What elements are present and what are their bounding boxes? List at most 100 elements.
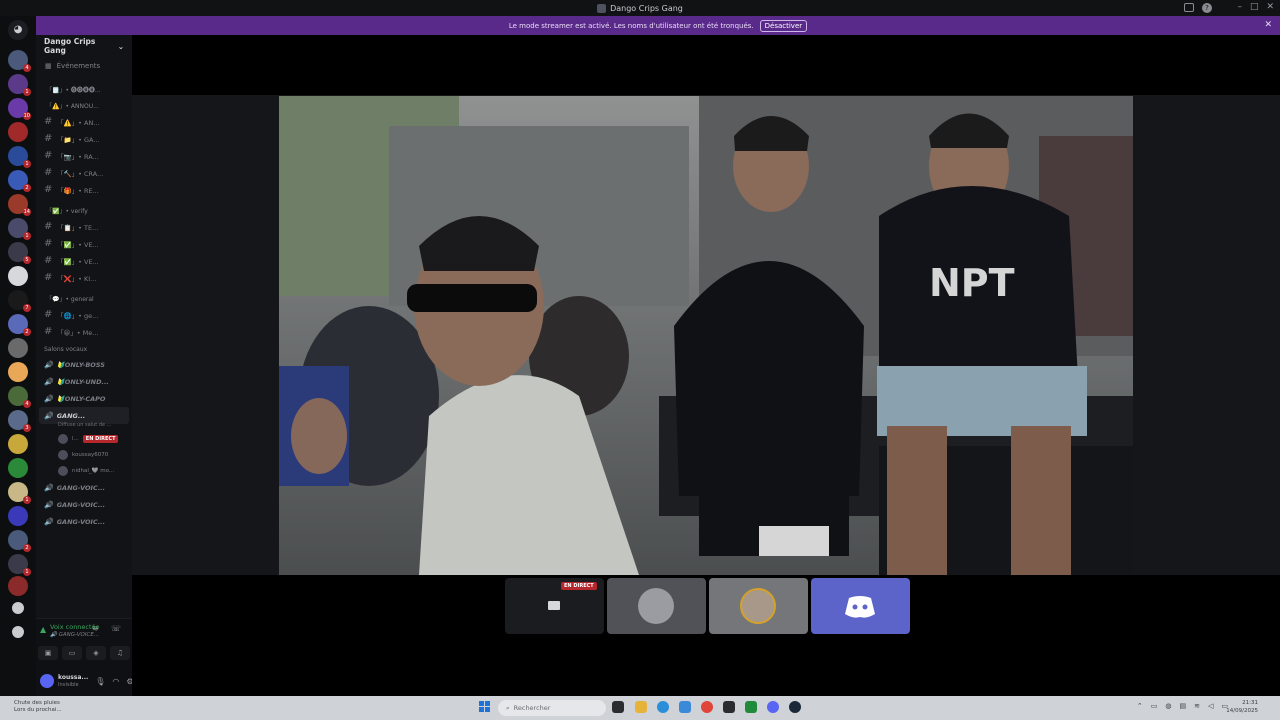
- text-channel[interactable]: # 「🌐」• ge...: [36, 306, 132, 323]
- voice-channel[interactable]: 🔊 🔰ONLY-UND...: [36, 373, 132, 390]
- server-icon[interactable]: 7: [8, 290, 31, 312]
- task-view-icon[interactable]: [612, 701, 624, 713]
- voice-channel[interactable]: 🔊 GANG-VOIC...: [36, 479, 132, 496]
- disconnect-icon[interactable]: ☏: [111, 624, 121, 633]
- server-icon[interactable]: 1: [8, 74, 31, 96]
- server-icon[interactable]: 4: [8, 386, 31, 408]
- server-icon[interactable]: [8, 434, 28, 454]
- server-icon[interactable]: 1: [8, 482, 31, 504]
- server-icon[interactable]: 2: [8, 170, 31, 192]
- minimize-button[interactable]: –: [1237, 2, 1242, 12]
- events-item[interactable]: ▦ Événements: [36, 57, 132, 75]
- user-avatar[interactable]: [40, 674, 54, 688]
- user-info[interactable]: koussa... Invisible: [58, 674, 88, 688]
- weather-widget[interactable]: Chute des pluies Lors du prochai...: [14, 700, 62, 714]
- server-icon[interactable]: 3: [8, 410, 31, 432]
- unread-badge: 3: [23, 424, 31, 432]
- server-icon[interactable]: [8, 338, 28, 358]
- close-banner-icon[interactable]: ✕: [1264, 20, 1272, 30]
- text-channel[interactable]: # 「🎁」• RE...: [36, 181, 132, 198]
- activity-icon[interactable]: ◈: [86, 646, 106, 660]
- text-channel[interactable]: # 「🔨」• CRA...: [36, 164, 132, 181]
- search-icon: ⌕: [506, 703, 510, 712]
- taskbar-clock[interactable]: 21:31 14/09/2025: [1226, 699, 1258, 715]
- noise-suppression-icon[interactable]: ≋: [92, 624, 99, 633]
- server-icon[interactable]: 2: [8, 314, 31, 336]
- tray-app-icon[interactable]: ▭: [1151, 702, 1158, 710]
- server-icon[interactable]: [8, 458, 28, 478]
- voice-member[interactable]: l... EN DIRECT: [36, 431, 132, 447]
- text-channel[interactable]: # 「❌」• KI...: [36, 269, 132, 286]
- edge-icon[interactable]: [657, 701, 669, 713]
- speaker-icon: 🔊: [44, 517, 53, 526]
- voice-channel[interactable]: 🔊 GANG-VOIC...: [36, 513, 132, 530]
- text-channel[interactable]: # 「📋」• TE...: [36, 218, 132, 235]
- discord-taskbar-icon[interactable]: [767, 701, 779, 713]
- inbox-icon[interactable]: [1184, 3, 1194, 12]
- server-header[interactable]: Dango Crips Gang ⌄: [36, 35, 132, 57]
- server-icon[interactable]: 1: [8, 146, 31, 168]
- server-icon[interactable]: [8, 122, 28, 142]
- steam-icon[interactable]: [789, 701, 801, 713]
- category-header[interactable]: 「✅」• verify: [36, 202, 132, 218]
- speaker-icon: 🔊: [44, 500, 53, 509]
- add-server-icon[interactable]: [12, 602, 24, 614]
- server-icon[interactable]: 4: [8, 50, 31, 72]
- windows-start-icon[interactable]: [479, 701, 491, 713]
- server-icon[interactable]: 1: [8, 218, 31, 240]
- category-header[interactable]: 「💬」• general: [36, 290, 132, 306]
- server-icon[interactable]: [8, 266, 28, 286]
- participant-tile[interactable]: [709, 578, 808, 634]
- discover-icon[interactable]: [12, 626, 24, 638]
- tray-app-icon[interactable]: ▤: [1179, 702, 1186, 710]
- voice-channel[interactable]: 🔊 🔰ONLY-BOSS: [36, 356, 132, 373]
- participant-tile[interactable]: [811, 578, 910, 634]
- streamer-mode-banner: Le mode streamer est activé. Les noms d'…: [36, 16, 1280, 35]
- server-icon[interactable]: [8, 506, 28, 526]
- category-header[interactable]: 「🗒️」• 🅖🅞🅑🅑...: [36, 81, 132, 97]
- terminal-icon[interactable]: [723, 701, 735, 713]
- taskbar-search[interactable]: ⌕ Rechercher: [498, 700, 606, 716]
- voice-member[interactable]: nidhal_🩶 mo...: [36, 463, 132, 479]
- disable-streamer-mode-button[interactable]: Désactiver: [759, 19, 808, 32]
- store-icon[interactable]: [679, 701, 691, 713]
- headset-icon[interactable]: ◠: [112, 677, 119, 686]
- voice-channel[interactable]: 🔊 GANG-VOIC...: [36, 496, 132, 513]
- volume-icon[interactable]: ◁: [1208, 702, 1213, 710]
- text-channel[interactable]: # 「😀」• Me...: [36, 323, 132, 340]
- server-icon[interactable]: 2: [8, 530, 31, 552]
- voice-category-header[interactable]: Salons vocaux: [36, 342, 132, 356]
- text-channel[interactable]: # 「✅」• VE...: [36, 252, 132, 269]
- discord-home-button[interactable]: ◕: [8, 20, 28, 40]
- server-icon[interactable]: 1: [8, 554, 31, 576]
- category-header[interactable]: 「⚠️」• ANNOU...: [36, 97, 132, 113]
- help-icon[interactable]: ?: [1202, 3, 1212, 13]
- participant-tile[interactable]: [607, 578, 706, 634]
- stream-video[interactable]: NPT: [279, 96, 1133, 575]
- server-icon[interactable]: [8, 576, 28, 596]
- file-explorer-icon[interactable]: [635, 701, 647, 713]
- server-icon[interactable]: [8, 362, 28, 382]
- screen-share-icon[interactable]: ▭: [62, 646, 82, 660]
- tray-chevron-icon[interactable]: ⌃: [1137, 702, 1143, 710]
- screen-share-tile[interactable]: EN DIRECT: [505, 578, 604, 634]
- server-icon[interactable]: 5: [8, 242, 31, 264]
- microphone-icon[interactable]: 🎙: [95, 677, 105, 686]
- text-channel[interactable]: # 「📁」• GA...: [36, 130, 132, 147]
- close-button[interactable]: ✕: [1266, 2, 1274, 12]
- server-icon[interactable]: 14: [8, 194, 31, 216]
- voice-member[interactable]: koussay6070: [36, 447, 132, 463]
- server-icon[interactable]: 10: [8, 98, 31, 120]
- soundboard-icon[interactable]: ♫: [110, 646, 130, 660]
- chrome-icon[interactable]: [701, 701, 713, 713]
- avatar: [638, 588, 674, 624]
- text-channel[interactable]: # 「⚠️」• AN...: [36, 113, 132, 130]
- wifi-icon[interactable]: ≋: [1194, 702, 1200, 710]
- maximize-button[interactable]: □: [1250, 2, 1259, 12]
- tray-app-icon[interactable]: ◍: [1165, 702, 1171, 710]
- voice-channel[interactable]: 🔊 🔰ONLY-CAPO: [36, 390, 132, 407]
- text-channel[interactable]: # 「📷」• RA...: [36, 147, 132, 164]
- text-channel[interactable]: # 「✅」• VE...: [36, 235, 132, 252]
- camera-icon[interactable]: ▣: [38, 646, 58, 660]
- app-icon[interactable]: [745, 701, 757, 713]
